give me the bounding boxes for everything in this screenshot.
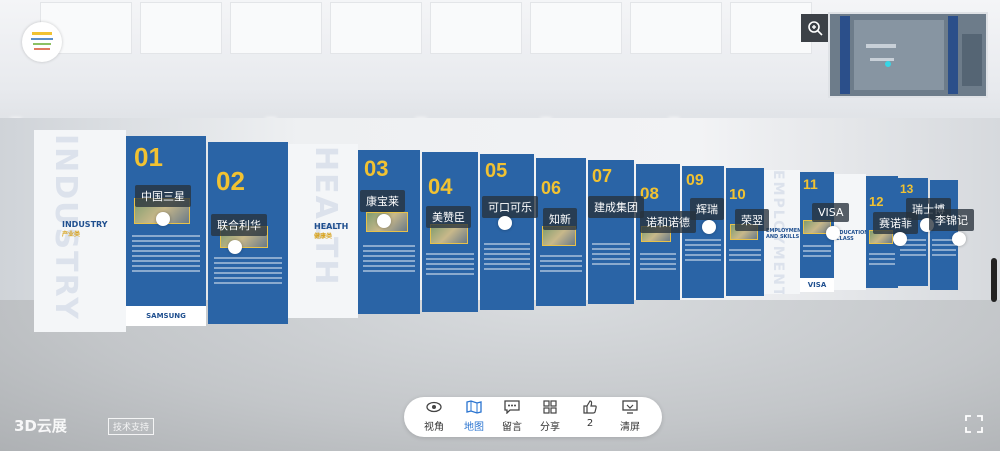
hotspot-11[interactable] [826, 226, 840, 240]
sector-watermark: HEALTH [308, 146, 343, 287]
exhibit-text [426, 250, 474, 278]
fullscreen-icon[interactable] [964, 415, 984, 435]
hotspot-05[interactable] [498, 216, 512, 230]
exhibit-panel-07[interactable]: 07 [588, 160, 634, 304]
thumbs-up-icon [570, 400, 610, 418]
exhibit-label-11[interactable]: VISA [812, 203, 850, 222]
ceiling-panel [330, 2, 422, 54]
ceiling-panel [730, 2, 812, 54]
tech-support-badge[interactable]: 技术支持 [108, 418, 155, 435]
exhibit-wall: INDUSTRY INDUSTRY 产业类 01 SAMSUNG 02 HEAL… [34, 130, 964, 332]
minimap-graphic [830, 14, 986, 96]
hotspot-01[interactable] [156, 212, 170, 226]
exhibit-label-06[interactable]: 知新 [543, 208, 577, 230]
exhibit-text [868, 250, 896, 268]
sector-panel-employment[interactable]: EMPLOYMENT EMPLOYMENT AND SKILLS [764, 170, 800, 294]
exhibit-text [540, 252, 582, 275]
toolbar-map[interactable]: 地图 [454, 400, 494, 436]
toolbar-message[interactable]: 留言 [492, 400, 532, 436]
exhibit-panel-01[interactable]: 01 SAMSUNG [126, 136, 206, 326]
exhibit-text [729, 246, 761, 264]
exhibit-text [132, 232, 200, 275]
sector-title: INDUSTRY 产业类 [62, 220, 108, 238]
exhibit-label-10[interactable]: 荣翌 [735, 209, 769, 231]
exhibit-text [685, 236, 721, 264]
bottom-toolbar: 视角 地图 留言 分享 2 清屏 [404, 397, 662, 437]
exhibit-panel-04[interactable]: 04 [422, 152, 478, 312]
toolbar-share[interactable]: 分享 [530, 400, 570, 436]
toolbar-view-angle[interactable]: 视角 [414, 400, 454, 436]
hotspot-12[interactable] [893, 232, 907, 246]
sector-title: HEALTH 健康类 [314, 222, 349, 240]
exhibit-panel-10[interactable]: 10 [726, 168, 764, 296]
ceiling-panel [140, 2, 222, 54]
exhibit-text [639, 250, 677, 273]
exhibit-label-07[interactable]: 建成集团 [588, 196, 644, 218]
sector-panel-health[interactable]: HEALTH HEALTH 健康类 [288, 144, 358, 318]
exhibit-panel-03[interactable]: 03 [358, 150, 420, 314]
toolbar-clear-screen[interactable]: 清屏 [610, 400, 650, 436]
exhibit-panel-06[interactable]: 06 [536, 158, 586, 306]
exhibit-label-04[interactable]: 美赞臣 [426, 206, 471, 228]
clear-screen-icon [610, 400, 650, 418]
hotspot-03[interactable] [377, 214, 391, 228]
ceiling-panel [430, 2, 522, 54]
share-icon [530, 400, 570, 418]
exhibit-label-01[interactable]: 中国三星 [135, 185, 191, 207]
exhibit-footer: VISA [800, 278, 834, 292]
ceiling-panel [630, 2, 722, 54]
toolbar-like[interactable]: 2 [570, 400, 610, 436]
minimap[interactable] [828, 12, 988, 98]
eye-icon [414, 400, 454, 418]
exhibition-logo[interactable] [22, 22, 62, 62]
exhibit-text [591, 240, 631, 268]
hotspot-14[interactable] [952, 232, 966, 246]
sector-panel-industry[interactable]: INDUSTRY INDUSTRY 产业类 [34, 130, 126, 332]
exhibit-text [802, 242, 832, 260]
exhibit-text [362, 242, 416, 275]
brand-logo: 3D云展 [14, 417, 67, 435]
zoom-icon[interactable] [801, 14, 829, 42]
hotspot-02[interactable] [228, 240, 242, 254]
exhibit-label-02[interactable]: 联合利华 [211, 214, 267, 236]
exhibit-text [484, 240, 530, 273]
sector-title: EDUCATION CLASS [836, 230, 866, 242]
exhibit-label-14[interactable]: 李锦记 [929, 209, 974, 231]
hotspot-09[interactable] [702, 220, 716, 234]
exhibit-footer: SAMSUNG [126, 306, 206, 326]
ceiling-panel [230, 2, 322, 54]
exhibit-panel-05[interactable]: 05 [480, 154, 534, 310]
exhibit-label-03[interactable]: 康宝莱 [360, 190, 405, 212]
exhibit-label-09[interactable]: 辉瑞 [690, 198, 724, 220]
sector-title: EMPLOYMENT AND SKILLS [766, 228, 800, 240]
message-icon [492, 400, 532, 418]
scroll-handle[interactable] [991, 258, 997, 302]
exhibit-label-08[interactable]: 诺和诺德 [640, 211, 696, 233]
exhibit-label-05[interactable]: 可口可乐 [482, 196, 538, 218]
logo-graphic [31, 32, 53, 50]
ceiling-panel [530, 2, 622, 54]
map-icon [454, 400, 494, 418]
exhibit-text [214, 254, 282, 287]
